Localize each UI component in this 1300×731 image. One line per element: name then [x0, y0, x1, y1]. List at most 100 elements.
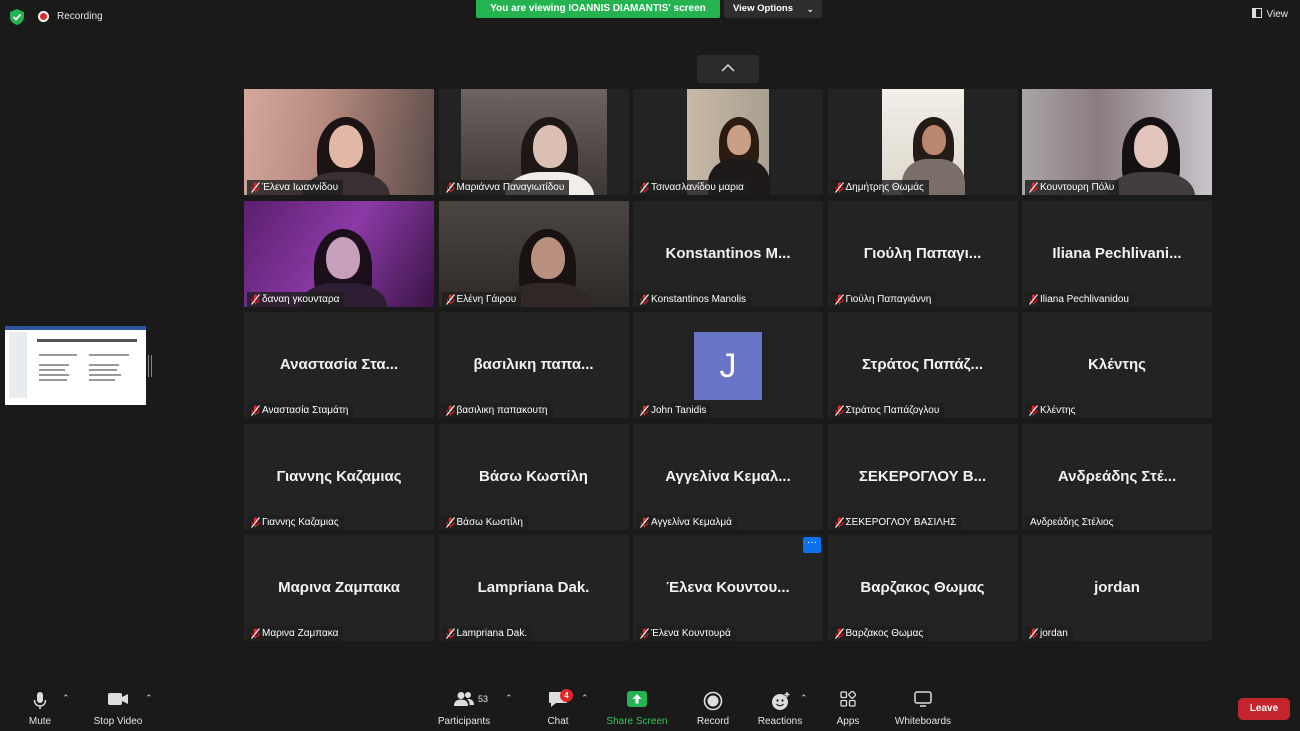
leave-button[interactable]: Leave [1238, 698, 1290, 720]
participant-tile[interactable]: J John Tanidis [633, 312, 823, 418]
mute-button[interactable]: Mute [18, 684, 62, 731]
participants-icon [454, 692, 474, 706]
participant-tile[interactable]: Δημήτρης Θωμάς [827, 89, 1018, 195]
participant-name-tag: Βάσω Κωστίλη [441, 514, 528, 530]
participant-name: Ανδρεάδης Στέλιος [1030, 516, 1114, 528]
recording-icon [38, 11, 49, 22]
participant-name: Αναστασία Σταμάτη [262, 405, 349, 416]
participant-name-tag: Μαριάννα Παναγιωτίδου [441, 180, 570, 195]
muted-microphone-icon [834, 405, 844, 416]
record-button[interactable]: Record [692, 684, 734, 731]
recording-label[interactable]: Recording [57, 11, 103, 22]
participant-tile[interactable]: Κλέντης Κλέντης [1022, 312, 1212, 418]
whiteboards-label: Whiteboards [894, 716, 952, 727]
participant-name-tag: Ελένη Γάιρου [441, 291, 522, 307]
participant-tile[interactable]: Konstantinos M... Konstantinos Manolis [633, 200, 823, 307]
participant-tile[interactable]: Ανδρεάδης Στέ... Ανδρεάδης Στέλιος [1022, 423, 1212, 530]
meeting-toolbar: Mute ⌃ Stop Video ⌃ 53 Participants ⌃ 4 … [0, 684, 1300, 731]
participant-name: Κουντουρη Πόλυ [1040, 182, 1115, 193]
share-screen-label: Share Screen [606, 716, 668, 727]
participant-tile[interactable]: Βάσω Κωστίλη Βάσω Κωστίλη [438, 423, 629, 530]
participant-name-tag: Αγγελίνα Κεμαλμά [636, 514, 737, 530]
participant-tile[interactable]: Στράτος Παπάζ... Στράτος Παπάζογλου [827, 312, 1018, 418]
participant-display-name: Lampriana Dak. [477, 579, 590, 596]
reactions-caret-icon[interactable]: ⌃ [800, 693, 808, 704]
shared-doc-ribbon [5, 326, 146, 330]
muted-microphone-icon [640, 293, 649, 305]
chat-label: Chat [547, 716, 569, 727]
muted-microphone-icon [445, 182, 455, 193]
muted-microphone-icon [834, 293, 844, 305]
participant-display-name: Αναστασία Στα... [279, 356, 399, 373]
video-options-caret-icon[interactable]: ⌃ [145, 693, 153, 704]
chat-caret-icon[interactable]: ⌃ [581, 693, 589, 704]
stop-video-label: Stop Video [93, 716, 143, 727]
muted-microphone-icon [834, 182, 844, 193]
muted-microphone-icon [1029, 182, 1038, 193]
participant-name-tag: jordan [1025, 626, 1073, 641]
participant-name: βασιλικη παπακουτη [456, 405, 548, 416]
participant-name: Δημήτρης Θωμάς [845, 182, 924, 193]
participant-name-tag: δαναη γκουνταρα [247, 291, 345, 307]
view-options-button[interactable]: View Options ⌄ [724, 0, 822, 18]
participant-tile[interactable]: Έλενα Κουντου... ··· Έλενα Κουντουρά [633, 535, 823, 641]
participant-tile[interactable]: Γιαννης Καζαμιας Γιαννης Καζαμιας [244, 423, 434, 530]
participant-tile[interactable]: Μαρινα Ζαμπακα Μαρινα Ζαμπακα [244, 535, 434, 641]
participant-tile[interactable]: βασιλικη παπα... βασιλικη παπακουτη [438, 312, 629, 418]
shared-doc-title [37, 339, 137, 342]
participant-display-name: Κλέντης [1088, 356, 1146, 373]
shared-screen-thumbnail[interactable] [5, 326, 146, 405]
participant-name-tag: Έλενα Κουντουρά [636, 626, 736, 641]
participant-tile[interactable]: Αναστασία Στα... Αναστασία Σταμάτη [244, 312, 434, 418]
participant-tile[interactable]: Έλενα Ιωαννίδου [244, 89, 434, 195]
apps-label: Apps [836, 716, 860, 727]
mute-label: Mute [28, 716, 52, 727]
participant-display-name: Στράτος Παπάζ... [861, 356, 984, 373]
apps-button[interactable]: Apps [830, 684, 866, 731]
participant-tile[interactable]: Τσινασλανίδου μαρια [633, 89, 823, 195]
participant-name-tag: Κλέντης [1025, 403, 1081, 418]
participant-tile[interactable]: Κουντουρη Πόλυ [1022, 89, 1212, 195]
audio-options-caret-icon[interactable]: ⌃ [62, 693, 70, 704]
participants-label: Participants [437, 716, 491, 727]
collapse-gallery-button[interactable] [697, 55, 759, 83]
security-shield-icon[interactable] [10, 9, 24, 25]
participant-tile[interactable]: Γιούλη Παπαγι... Γιούλη Παπαγιάννη [827, 200, 1018, 307]
participant-name: Ελένη Γάιρου [456, 293, 517, 305]
muted-microphone-icon [445, 293, 455, 305]
participants-caret-icon[interactable]: ⌃ [505, 693, 513, 704]
muted-microphone-icon [1029, 628, 1038, 639]
more-options-button[interactable]: ··· [803, 537, 821, 553]
participants-button[interactable]: 53 Participants [434, 684, 494, 731]
participant-name-tag: Lampriana Dak. [441, 626, 533, 641]
participant-tile[interactable]: Ελένη Γάιρου [438, 200, 629, 307]
participant-tile[interactable]: Αγγελίνα Κεμαλ... Αγγελίνα Κεμαλμά [633, 423, 823, 530]
participant-name-tag: Γιαννης Καζαμιας [247, 514, 344, 530]
participant-tile[interactable]: Lampriana Dak. Lampriana Dak. [438, 535, 629, 641]
share-screen-button[interactable]: Share Screen [603, 684, 671, 731]
participant-display-name: βασιλικη παπα... [473, 356, 594, 373]
muted-microphone-icon [834, 628, 844, 639]
participant-name-tag: Κουντουρη Πόλυ [1025, 180, 1120, 195]
chat-button[interactable]: 4 Chat [537, 684, 579, 731]
participant-tile[interactable]: δαναη γκουνταρα [244, 200, 434, 307]
whiteboards-button[interactable]: Whiteboards [890, 684, 956, 731]
participant-tile[interactable]: Βαρζακος Θωμας Βαρζακος Θωμας [827, 535, 1018, 641]
participant-name-tag: Στράτος Παπάζογλου [830, 403, 945, 418]
participant-tile[interactable]: ΣΕΚΕΡΟΓΛΟΥ Β... ΣΕΚΕΡΟΓΛΟΥ ΒΑΣΙΛΗΣ [827, 423, 1018, 530]
stop-video-button[interactable]: Stop Video [88, 684, 148, 731]
record-label: Record [696, 716, 730, 727]
participant-name: Μαριάννα Παναγιωτίδου [456, 182, 565, 193]
participant-tile[interactable]: Iliana Pechlivani... Iliana Pechlivanidou [1022, 200, 1212, 307]
view-button[interactable]: View [1251, 8, 1288, 20]
participant-name: Lampriana Dak. [456, 628, 528, 639]
participant-tile[interactable]: jordan jordan [1022, 535, 1212, 641]
gallery-view-icon [1251, 8, 1262, 18]
avatar: J [694, 332, 762, 400]
muted-microphone-icon [1029, 293, 1038, 305]
participant-tile[interactable]: Μαριάννα Παναγιωτίδου [438, 89, 629, 195]
participant-name: Αγγελίνα Κεμαλμά [651, 516, 732, 528]
thumbnail-drag-handle[interactable] [148, 355, 152, 377]
participant-display-name: ΣΕΚΕΡΟΓΛΟΥ Β... [858, 467, 987, 485]
reactions-button[interactable]: Reactions [754, 684, 806, 731]
